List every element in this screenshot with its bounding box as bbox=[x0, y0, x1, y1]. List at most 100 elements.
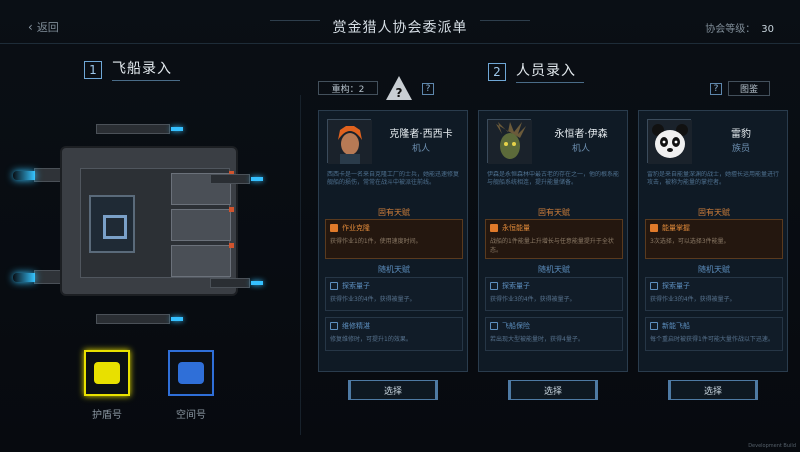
random-talent-desc: 每个重启时被获得1件可能大量作战以下迅速。 bbox=[650, 336, 774, 343]
ship-choice-space-frame[interactable] bbox=[168, 350, 214, 396]
random-talent-desc: 获得作业3的4件，获得被量子。 bbox=[650, 296, 736, 303]
crew-description: 西西卡是一名来自克隆工厂的士兵，她能迅速修复舰船的损伤，常常在战斗中被派往前线。 bbox=[327, 171, 460, 186]
ship-module-3 bbox=[171, 243, 234, 277]
fixed-talent-name: 作业克隆 bbox=[342, 224, 370, 232]
fixed-talent: 能量掌握 3次选择，可以选择3件能量。 bbox=[645, 219, 783, 259]
panda-portrait-icon bbox=[648, 120, 692, 164]
ship-choice-shield-label: 护盾号 bbox=[92, 410, 122, 421]
fixed-talent: 作业克隆 获得作业1的1件，使用速度时间。 bbox=[325, 219, 463, 259]
ship-gun-right-2 bbox=[210, 278, 263, 288]
top-divider bbox=[0, 43, 800, 44]
fixed-talent-desc: 3次选择，可以选择3件能量。 bbox=[650, 238, 730, 245]
ship-cockpit bbox=[89, 195, 135, 253]
space-ship-icon bbox=[178, 362, 204, 384]
ship-section-number: 1 bbox=[84, 60, 102, 79]
crew-card-header: 雷豹 族员 bbox=[647, 119, 781, 167]
crew-portrait-2 bbox=[487, 119, 532, 164]
random-talent-header: 随机天赋 bbox=[378, 265, 410, 274]
crew-description: 伊森是永恒森林中最古老的存在之一，他的根系能与舰船系统相连，提升能量储备。 bbox=[487, 171, 620, 186]
fixed-talent-header: 固有天赋 bbox=[698, 208, 730, 217]
ship-gun-top bbox=[96, 124, 183, 134]
guild-level-value: 30 bbox=[761, 24, 774, 35]
ship-thruster-2 bbox=[13, 270, 62, 284]
codex-help-icon[interactable]: ? bbox=[710, 83, 722, 95]
fixed-talent-icon bbox=[330, 224, 338, 232]
crew-portrait-1 bbox=[327, 119, 372, 164]
guild-level-label: 协会等级： bbox=[705, 24, 756, 35]
crew-section-title: 人员录入 bbox=[516, 60, 584, 83]
codex-button[interactable]: 图鉴 bbox=[728, 81, 770, 96]
fixed-talent-name: 能量掌握 bbox=[662, 224, 690, 232]
crew-section-number: 2 bbox=[488, 62, 506, 81]
ship-choice-space-label: 空间号 bbox=[176, 410, 206, 421]
clone-portrait-icon bbox=[328, 120, 372, 164]
random-talent-1: 探索量子 获得作业3的4件，获得被量子。 bbox=[485, 277, 623, 311]
crew-card-header: 克隆者·西西卡 机人 bbox=[327, 119, 461, 167]
crew-description: 雷豹是来自能量深渊的战士，她擅长运用能量进行攻击，被称为能量的掌控者。 bbox=[647, 171, 780, 186]
crew-role: 机人 bbox=[571, 144, 590, 154]
random-talent-icon bbox=[490, 282, 498, 290]
random-talent-icon bbox=[650, 322, 658, 330]
crew-name: 永恒者·伊森 bbox=[554, 129, 608, 140]
ship-thruster-1 bbox=[13, 168, 62, 182]
random-talent-desc: 修复维修时，可提升1的效果。 bbox=[330, 336, 412, 343]
random-talent-name: 探索量子 bbox=[662, 282, 690, 290]
fixed-talent-icon bbox=[490, 224, 498, 232]
random-talent-name: 维修精湛 bbox=[342, 322, 370, 330]
select-button-3[interactable]: 选择 bbox=[668, 380, 758, 400]
crew-card-header: 永恒者·伊森 机人 bbox=[487, 119, 621, 167]
crew-name: 雷豹 bbox=[731, 129, 751, 140]
random-talent-1: 探索量子 获得作业3的4件，获得被量子。 bbox=[325, 277, 463, 311]
crew-card-1[interactable]: 克隆者·西西卡 机人 西西卡是一名来自克隆工厂的士兵，她能迅速修复舰船的损伤，常… bbox=[318, 110, 468, 372]
random-talent-header: 随机天赋 bbox=[698, 265, 730, 274]
tree-portrait-icon bbox=[488, 120, 532, 164]
crew-card-3[interactable]: 雷豹 族员 雷豹是来自能量深渊的战士，她擅长运用能量进行攻击，被称为能量的掌控者… bbox=[638, 110, 788, 372]
ship-gun-bottom bbox=[96, 314, 183, 324]
title-decoration-right bbox=[480, 20, 530, 30]
reroll-counter: 重构：2 bbox=[318, 81, 378, 95]
random-talent-1: 探索量子 获得作业3的4件，获得被量子。 bbox=[645, 277, 783, 311]
random-talent-icon bbox=[490, 322, 498, 330]
ship-section-header: 1 飞船录入 bbox=[84, 58, 180, 81]
ship-hull bbox=[60, 146, 238, 296]
page-title: 赏金猎人协会委派单 bbox=[332, 20, 468, 36]
fixed-talent-desc: 战船的1件能量上升增长与任意能量提升于全状态。 bbox=[490, 238, 614, 254]
ship-section-title: 飞船录入 bbox=[112, 58, 180, 81]
crew-role: 族员 bbox=[731, 144, 750, 154]
random-talent-name: 飞船保险 bbox=[502, 322, 530, 330]
select-button-2[interactable]: 选择 bbox=[508, 380, 598, 400]
crew-portrait-3 bbox=[647, 119, 692, 164]
random-talent-2: 新能飞船 每个重启时被获得1件可能大量作战以下迅速。 bbox=[645, 317, 783, 351]
random-talent-desc: 若出现大型被能量时，获得4量子。 bbox=[490, 336, 584, 343]
ship-choice-shield-frame[interactable] bbox=[84, 350, 130, 396]
random-talent-2: 飞船保险 若出现大型被能量时，获得4量子。 bbox=[485, 317, 623, 351]
fixed-talent-header: 固有天赋 bbox=[378, 208, 410, 217]
ship-choice-space[interactable]: 空间号 bbox=[166, 350, 216, 421]
random-talent-2: 维修精湛 修复维修时，可提升1的效果。 bbox=[325, 317, 463, 351]
random-talent-icon bbox=[330, 282, 338, 290]
crew-name: 克隆者·西西卡 bbox=[389, 129, 453, 140]
random-talent-desc: 获得作业3的4件，获得被量子。 bbox=[490, 296, 576, 303]
ship-choice-shield[interactable]: 护盾号 bbox=[82, 350, 132, 421]
random-talent-header: 随机天赋 bbox=[538, 265, 570, 274]
crew-section-header: 2 人员录入 bbox=[488, 60, 584, 83]
help-icon[interactable]: ? bbox=[422, 83, 434, 95]
random-talent-name: 探索量子 bbox=[342, 282, 370, 290]
top-bar: ‹ 返回 赏金猎人协会委派单 协会等级： 30 bbox=[0, 0, 800, 44]
ship-interior bbox=[80, 168, 234, 278]
section-divider bbox=[300, 95, 301, 435]
random-talent-icon bbox=[330, 322, 338, 330]
random-talent-name: 探索量子 bbox=[502, 282, 530, 290]
ship-module-2 bbox=[171, 207, 234, 241]
crew-card-2[interactable]: 永恒者·伊森 机人 伊森是永恒森林中最古老的存在之一，他的根系能与舰船系统相连，… bbox=[478, 110, 628, 372]
random-talent-name: 新能飞船 bbox=[662, 322, 690, 330]
select-button-1[interactable]: 选择 bbox=[348, 380, 438, 400]
fixed-talent-header: 固有天赋 bbox=[538, 208, 570, 217]
fixed-talent-name: 永恒能量 bbox=[502, 224, 530, 232]
fixed-talent: 永恒能量 战船的1件能量上升增长与任意能量提升于全状态。 bbox=[485, 219, 623, 259]
shield-ship-icon bbox=[94, 362, 120, 384]
fixed-talent-desc: 获得作业1的1件，使用速度时间。 bbox=[330, 238, 422, 245]
ship-gun-right-1 bbox=[210, 174, 263, 184]
ship-preview bbox=[13, 110, 263, 330]
dev-build-tag: Development Build bbox=[748, 443, 796, 449]
